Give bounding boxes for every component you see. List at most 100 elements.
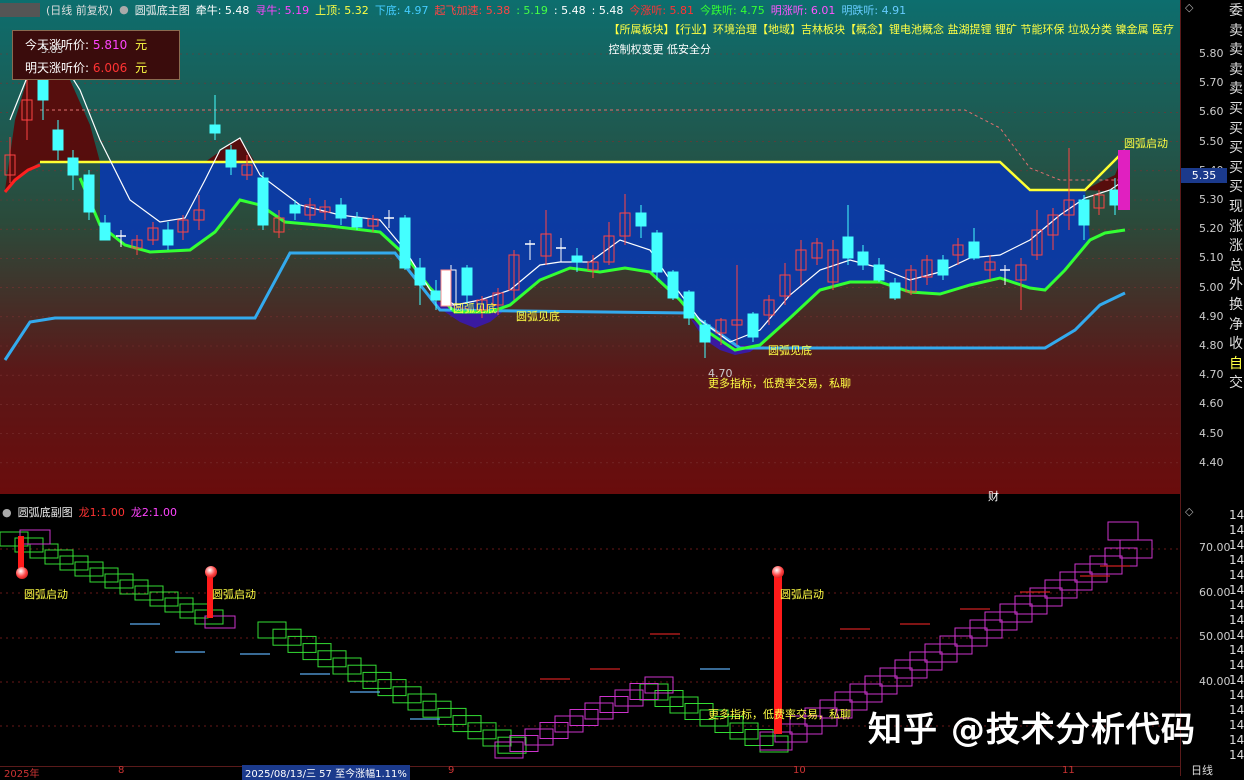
down-candle (635, 212, 647, 227)
quote-side-label[interactable]: 卖 (1229, 78, 1243, 98)
magenta-step-box (539, 722, 569, 739)
sub-side-label: 14 (1229, 748, 1244, 762)
main-chart-pane[interactable]: (日线 前复权) ● 圆弧底主图 牵牛: 5.48 寻牛: 5.19 上顶: 5.3… (0, 0, 1180, 503)
arc-bottom-label-3: 圆弧见底 (768, 344, 812, 357)
price-tick-label: 4.70 (1199, 368, 1224, 382)
main-header-bar: (日线 前复权) ● 圆弧底主图 牵牛: 5.48 寻牛: 5.19 上顶: 5.3… (0, 0, 1180, 19)
green-step-box (257, 621, 287, 639)
pane-separator[interactable] (0, 494, 1180, 504)
quote-side-label[interactable]: 交 (1229, 372, 1243, 392)
corner-toggle-icon[interactable]: ◇ (1185, 1, 1193, 14)
axis-range-label: 2025/08/13/三 57 至今涨幅1.11% (242, 765, 410, 780)
quote-side-label[interactable]: 净 (1229, 314, 1243, 334)
price-tick-label: 4.60 (1199, 397, 1224, 411)
sub-indicator-name[interactable]: 圆弧底副图 (18, 504, 73, 520)
green-step-box (482, 729, 512, 747)
quote-side-label[interactable]: 涨 (1229, 216, 1243, 236)
magenta-step-box (554, 715, 584, 733)
green-step-box (422, 700, 452, 718)
sub-tick-label: 70.00 (1199, 541, 1231, 554)
sub-gridlines (0, 548, 1180, 727)
quote-side-label[interactable]: 自 (1229, 353, 1243, 373)
today-limit-unit: 元 (135, 38, 148, 52)
quote-side-label[interactable]: 买 (1229, 157, 1243, 177)
indicator-value-11: 明跌听: 4.91 (841, 3, 907, 17)
indicator-value-10: 明涨听: 6.01 (770, 3, 836, 17)
redacted-stock-name (0, 2, 40, 17)
quote-side-label[interactable]: 买 (1229, 118, 1243, 138)
quote-side-label[interactable]: 委 (1229, 0, 1243, 20)
green-step-box (29, 543, 59, 559)
down-candle (430, 290, 442, 301)
green-step-box (407, 693, 437, 711)
quote-side-label[interactable]: 卖 (1229, 20, 1243, 40)
price-tick-label: 5.80 (1199, 47, 1224, 60)
green-step-box (59, 555, 89, 571)
sub-arc-start-label-2: 圆弧启动 (212, 588, 256, 601)
green-step-box (452, 715, 482, 733)
magenta-step-box (879, 667, 913, 687)
signal-bar-1 (18, 536, 24, 568)
indicator-toggle-icon[interactable]: ● (119, 3, 129, 16)
quote-side-label[interactable]: 涨 (1229, 235, 1243, 255)
main-indicator-name[interactable]: 圆弧底主图 (135, 2, 190, 18)
green-step-box (437, 707, 467, 725)
axis-month-8: 8 (118, 765, 125, 776)
sub-indicator-toggle-icon[interactable]: ● (2, 506, 12, 519)
sub-side-label: 14 (1229, 583, 1244, 597)
quote-side-label[interactable]: 买 (1229, 176, 1243, 196)
down-candle (889, 282, 901, 299)
indicator-value-5: : 5.19 (516, 3, 548, 17)
green-step-box (497, 736, 527, 754)
quote-side-label[interactable]: 卖 (1229, 39, 1243, 59)
quote-side-label[interactable]: 收 (1229, 333, 1243, 353)
axis-month-9: 9 (448, 765, 455, 776)
price-tick-label: 5.30 (1199, 193, 1224, 206)
sub-side-label: 14 (1229, 553, 1244, 567)
sector-tags-line1[interactable]: 【所属板块】【行业】环境治理【地域】吉林板块【概念】锂电池概念 盐湖提锂 锂矿 … (609, 21, 1174, 37)
current-price-tag: 5.35 (1181, 168, 1227, 183)
sub-side-label: 14 (1229, 568, 1244, 582)
quote-side-label[interactable]: 买 (1229, 137, 1243, 157)
down-candle (289, 204, 301, 214)
green-step-box (44, 549, 74, 565)
sector-tags-line2[interactable]: 控制权变更 低安全分 (609, 41, 712, 57)
arc-bottom-label-1: 圆弧见底 (453, 302, 497, 315)
price-axis[interactable]: 5.805.705.605.505.405.305.205.105.004.90… (1180, 0, 1244, 777)
magenta-signal-bar (1118, 150, 1130, 210)
quote-side-label[interactable]: 总 (1229, 255, 1243, 275)
tomorrow-limit-unit: 元 (135, 61, 148, 75)
sub-header-bar: ● 圆弧底副图 龙1: 1.00 龙2: 1.00 (0, 504, 183, 520)
price-tick-label: 5.60 (1199, 105, 1224, 119)
indicator-value-7: : 5.48 (591, 3, 624, 17)
long2-label: 龙2: (130, 506, 153, 519)
sub-arc-start-label-1: 圆弧启动 (24, 588, 68, 601)
down-candle (857, 251, 869, 266)
sub-side-label: 14 (1229, 628, 1244, 642)
quote-side-label[interactable]: 卖 (1229, 59, 1243, 79)
down-candle (968, 241, 980, 259)
time-axis[interactable]: 2025年 8 2025/08/13/三 57 至今涨幅1.11% 9 10 1… (0, 765, 1180, 780)
price-tick-label: 5.50 (1199, 134, 1224, 148)
down-candle (351, 217, 363, 228)
magenta-step-box (849, 683, 883, 703)
quote-side-label[interactable]: 现 (1229, 196, 1243, 216)
down-candle (52, 129, 64, 151)
finance-marker[interactable]: 财 (988, 488, 999, 504)
green-step-box (347, 664, 377, 682)
magenta-step-box (954, 627, 988, 647)
arc-bottom-label-2: 圆弧见底 (516, 310, 560, 323)
price-tick-label: 5.00 (1199, 280, 1224, 294)
period-label[interactable]: (日线 前复权) (46, 2, 113, 18)
promo-text-sub: 更多指标，低费率交易，私聊 (708, 708, 851, 721)
indicator-value-8: 今涨听: 5.81 (629, 3, 695, 17)
magenta-step-box (969, 619, 1003, 639)
sub-corner-toggle-icon[interactable]: ◇ (1185, 505, 1193, 518)
quote-side-label[interactable]: 换 (1229, 294, 1243, 314)
quote-side-label[interactable]: 买 (1229, 98, 1243, 118)
quote-side-label[interactable]: 外 (1229, 274, 1243, 294)
sub-side-label: 14 (1229, 613, 1244, 627)
indicator-value-2: 上顶: 5.32 (315, 3, 369, 17)
magenta-step-box (1089, 555, 1123, 575)
sub-side-label: 14 (1229, 523, 1244, 537)
